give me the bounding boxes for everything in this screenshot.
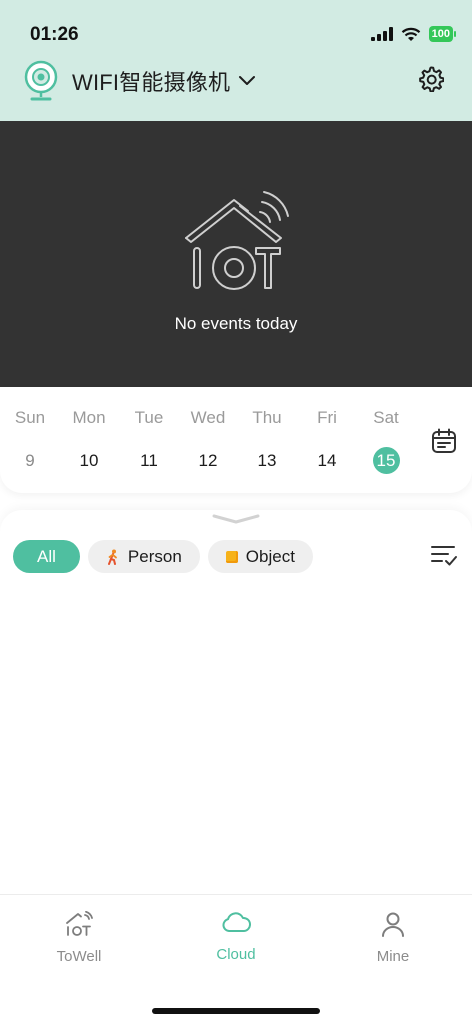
video-player[interactable]: No events today [0, 121, 472, 387]
no-events-message: No events today [174, 314, 298, 333]
device-selector[interactable]: WIFI智能摄像机 [24, 60, 256, 102]
tab-mine-label: Mine [376, 948, 410, 965]
day-name: Thu [252, 408, 282, 427]
object-box-icon [225, 550, 238, 563]
filter-person-label: Person [127, 546, 182, 566]
event-filters: All Person Object [13, 540, 313, 573]
day-name: Mon [72, 408, 106, 427]
cellular-signal-icon [370, 27, 393, 41]
battery-tip [454, 31, 456, 37]
wifi-icon [401, 27, 420, 41]
day-date: 11 [140, 451, 158, 470]
selected-date-badge: 15 [372, 447, 400, 474]
calendar-icon[interactable] [431, 428, 457, 454]
user-icon [382, 912, 404, 937]
week-calendar: Sun 9 Mon 10 Tue 11 Wed 12 Thu 13 Fri 14… [0, 387, 472, 493]
cloud-icon [222, 912, 251, 932]
tab-towell[interactable]: ToWell [19, 910, 139, 965]
day-date: 13 [257, 451, 277, 470]
gear-icon[interactable] [418, 66, 444, 92]
day-date: 12 [198, 451, 218, 470]
person-walking-icon [107, 549, 117, 565]
day-date: 10 [79, 451, 99, 470]
bottom-tab-bar: ToWell Cloud Mine [0, 894, 472, 1024]
camera-icon [24, 60, 58, 101]
filter-all-chip[interactable]: All [13, 540, 80, 573]
tab-cloud-label: Cloud [216, 946, 256, 963]
sheet-handle-icon[interactable] [212, 513, 260, 525]
tab-cloud[interactable]: Cloud [176, 911, 296, 963]
header: 01:26 100 WIFI智能摄像机 [0, 0, 472, 121]
tab-mine[interactable]: Mine [333, 911, 453, 965]
device-title: WIFI智能摄像机 [72, 70, 231, 95]
day-name: Wed [190, 408, 226, 427]
day-date: 9 [25, 451, 35, 470]
day-name: Sun [14, 408, 46, 427]
day-name: Sat [373, 408, 399, 427]
iot-home-icon [66, 910, 93, 936]
day-date-selected: 15 [356, 447, 416, 474]
sort-filter-icon[interactable] [430, 543, 458, 567]
battery-level: 100 [428, 26, 453, 42]
day-name: Fri [317, 408, 337, 427]
iot-logo-icon [185, 191, 289, 290]
filter-object-chip[interactable]: Object [207, 540, 313, 573]
chevron-down-icon [239, 76, 256, 85]
status-icons: 100 [370, 26, 456, 42]
status-time: 01:26 [30, 24, 79, 45]
day-name: Tue [134, 408, 164, 427]
day-date: 14 [317, 451, 337, 470]
filter-person-chip[interactable]: Person [87, 540, 200, 573]
tab-towell-label: ToWell [56, 948, 102, 965]
home-indicator[interactable] [152, 1008, 320, 1014]
filter-object-label: Object [245, 546, 295, 566]
filter-all-label: All [37, 546, 56, 566]
